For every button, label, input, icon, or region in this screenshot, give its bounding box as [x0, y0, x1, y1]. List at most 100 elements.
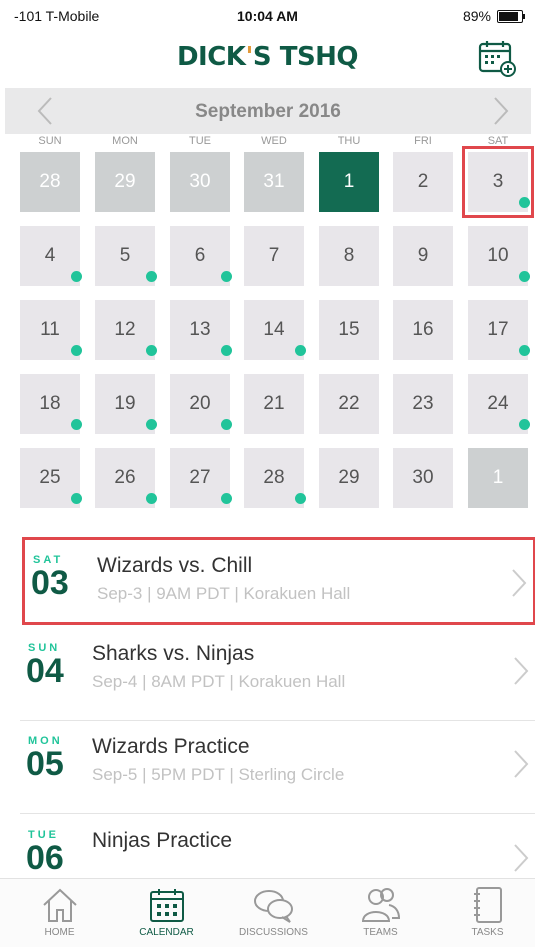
- day-number: 29: [114, 171, 136, 192]
- weekday-header: SUN MON TUE WED THU FRI SAT: [0, 135, 535, 149]
- event-row[interactable]: MON 05 Wizards Practice Sep-5 | 5PM PDT | S…: [20, 721, 535, 814]
- calendar-day[interactable]: 8: [319, 226, 379, 286]
- event-indicator-dot: [221, 271, 232, 282]
- event-indicator-dot: [71, 345, 82, 356]
- calendar-day[interactable]: 9: [393, 226, 453, 286]
- event-indicator-dot: [519, 197, 530, 208]
- calendar-day[interactable]: 7: [244, 226, 304, 286]
- day-number: 22: [338, 393, 360, 414]
- day-number: 25: [39, 467, 61, 488]
- tab-home[interactable]: HOME: [6, 885, 113, 945]
- calendar-day[interactable]: 17: [468, 300, 530, 360]
- calendar-day[interactable]: 1: [468, 448, 528, 508]
- calendar-day[interactable]: 29: [319, 448, 379, 508]
- day-number: 17: [487, 319, 509, 340]
- battery-icon: [497, 9, 525, 23]
- calendar-day[interactable]: 28: [20, 152, 80, 212]
- event-row[interactable]: SAT 03 Wizards vs. Chill Sep-3 | 9AM PDT | …: [22, 537, 535, 625]
- calendar-day[interactable]: 23: [393, 374, 453, 434]
- day-number: 30: [189, 171, 211, 192]
- event-indicator-dot: [221, 345, 232, 356]
- calendar-day-today[interactable]: 1: [319, 152, 379, 212]
- event-day-number: 03: [31, 564, 69, 602]
- calendar-day[interactable]: 14: [244, 300, 306, 360]
- day-number: 10: [487, 245, 509, 266]
- day-number: 28: [39, 171, 61, 192]
- calendar-day[interactable]: 20: [170, 374, 232, 434]
- calendar-day[interactable]: 6: [170, 226, 232, 286]
- add-event-icon[interactable]: [477, 38, 517, 78]
- event-details: Sep-4 | 8AM PDT | Korakuen Hall: [92, 672, 346, 691]
- day-number: 1: [343, 171, 355, 192]
- calendar-day[interactable]: 10: [468, 226, 530, 286]
- calendar-day-selected[interactable]: 3: [468, 152, 530, 212]
- calendar-day[interactable]: 30: [170, 152, 230, 212]
- event-indicator-dot: [146, 345, 157, 356]
- chevron-right-icon: [512, 569, 527, 597]
- tab-teams[interactable]: TEAMS: [327, 885, 434, 945]
- day-number: 5: [119, 245, 131, 266]
- calendar-day[interactable]: 13: [170, 300, 232, 360]
- status-bar: -101 T-Mobile 10:04 AM 89%: [0, 0, 535, 34]
- calendar-day[interactable]: 29: [95, 152, 155, 212]
- chevron-right-icon: [514, 657, 529, 685]
- event-row[interactable]: SUN 04 Sharks vs. Ninjas Sep-4 | 8AM PDT | …: [20, 628, 535, 721]
- event-indicator-dot: [519, 345, 530, 356]
- day-number: 18: [39, 393, 61, 414]
- day-number: 26: [114, 467, 136, 488]
- day-number: 15: [338, 319, 360, 340]
- weekday-label: WED: [261, 135, 287, 147]
- calendar-icon: [149, 889, 184, 922]
- calendar-day[interactable]: 30: [393, 448, 453, 508]
- chevron-right-icon: [514, 844, 529, 872]
- tab-tasks[interactable]: TASKS: [434, 885, 535, 945]
- calendar-day[interactable]: 27: [170, 448, 232, 508]
- tab-discussions[interactable]: DISCUSSIONS: [220, 885, 327, 945]
- calendar-day[interactable]: 16: [393, 300, 453, 360]
- status-right: 89%: [463, 8, 525, 24]
- day-number: 23: [412, 393, 434, 414]
- calendar-day[interactable]: 12: [95, 300, 157, 360]
- calendar-day[interactable]: 21: [244, 374, 304, 434]
- calendar-day[interactable]: 31: [244, 152, 304, 212]
- event-indicator-dot: [71, 271, 82, 282]
- day-number: 12: [114, 319, 136, 340]
- event-title: Wizards Practice: [92, 735, 250, 758]
- event-title: Wizards vs. Chill: [97, 554, 253, 577]
- day-number: 4: [44, 245, 56, 266]
- day-number: 2: [417, 171, 429, 192]
- calendar-day[interactable]: 5: [95, 226, 157, 286]
- calendar-day[interactable]: 25: [20, 448, 82, 508]
- calendar-day[interactable]: 26: [95, 448, 157, 508]
- month-title: September 2016: [195, 101, 341, 122]
- next-month-icon[interactable]: [489, 96, 513, 126]
- calendar-day[interactable]: 4: [20, 226, 82, 286]
- day-number: 20: [189, 393, 211, 414]
- event-indicator-dot: [146, 419, 157, 430]
- calendar-day[interactable]: 19: [95, 374, 157, 434]
- calendar-day[interactable]: 18: [20, 374, 82, 434]
- event-indicator-dot: [221, 419, 232, 430]
- tab-bar: HOME CALENDAR DISCUSSIONS TEAMS TASKS: [0, 878, 535, 947]
- event-indicator-dot: [71, 419, 82, 430]
- calendar-day[interactable]: 24: [468, 374, 530, 434]
- event-day-number: 06: [26, 839, 64, 877]
- day-number: 29: [338, 467, 360, 488]
- tab-label: HOME: [44, 927, 75, 938]
- event-indicator-dot: [221, 493, 232, 504]
- day-number: 8: [343, 245, 355, 266]
- day-number: 21: [263, 393, 285, 414]
- app-logo: DICK'S TSHQ: [176, 42, 359, 72]
- event-indicator-dot: [146, 493, 157, 504]
- event-title: Ninjas Practice: [92, 829, 233, 852]
- tab-calendar[interactable]: CALENDAR: [113, 885, 220, 945]
- tasks-icon: [473, 887, 502, 923]
- calendar-day[interactable]: 22: [319, 374, 379, 434]
- day-number: 14: [263, 319, 285, 340]
- calendar-day[interactable]: 11: [20, 300, 82, 360]
- calendar-day[interactable]: 2: [393, 152, 453, 212]
- calendar-day[interactable]: 28: [244, 448, 306, 508]
- weekday-label: MON: [112, 135, 138, 147]
- calendar-day[interactable]: 15: [319, 300, 379, 360]
- home-icon: [42, 888, 77, 922]
